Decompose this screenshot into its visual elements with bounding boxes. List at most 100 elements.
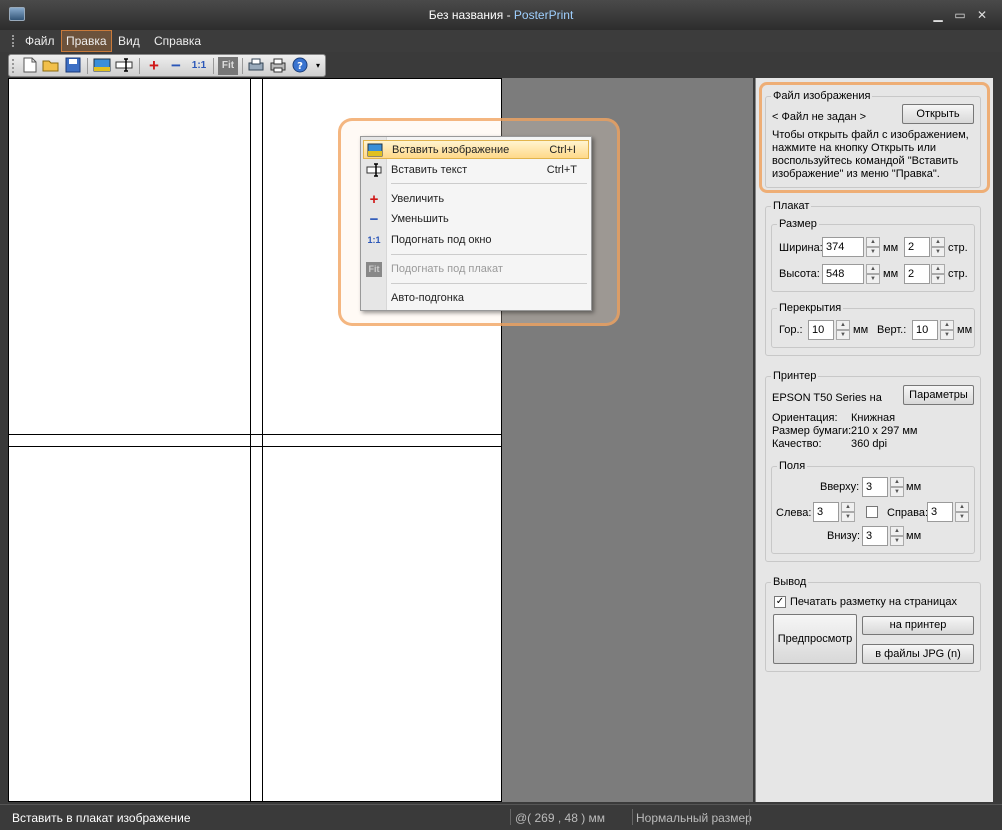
bottom-margin-label: Внизу: (827, 530, 861, 542)
vertical-overlap-input[interactable]: 10 (912, 320, 938, 340)
export-jpg-button[interactable]: в файлы JPG (n) (862, 644, 974, 664)
print-preview-icon[interactable] (247, 57, 265, 75)
horizontal-overlap-label: Гор.: (779, 324, 803, 336)
toolbar-separator (213, 58, 214, 74)
save-icon[interactable] (64, 57, 82, 75)
toolbar-separator (87, 58, 88, 74)
width-stepper[interactable]: ▲ ▼ (866, 237, 880, 257)
minimize-icon[interactable]: ▁ (929, 6, 947, 24)
print-to-printer-button[interactable]: на принтер (862, 616, 974, 635)
toolbar-separator (139, 58, 140, 74)
size-title: Размер (777, 218, 819, 230)
right-margin-stepper[interactable]: ▲ ▼ (955, 502, 969, 522)
zoom-in-icon[interactable]: + (145, 57, 163, 75)
insert-text-icon (366, 163, 382, 178)
toolbar-separator (242, 58, 243, 74)
bottom-margin-stepper[interactable]: ▲ ▼ (890, 526, 904, 546)
toolbar-overflow-icon[interactable]: ▾ (313, 57, 323, 75)
zoom-status: Нормальный размер (636, 811, 752, 825)
height-pages-stepper[interactable]: ▲ ▼ (931, 264, 945, 284)
insert-image-icon[interactable] (93, 57, 111, 75)
open-button[interactable]: Открыть (902, 104, 974, 124)
edit-dropdown-menu: Вставить изображение Ctrl+I Вставить тек… (360, 136, 592, 311)
menu-item-zoom-out[interactable]: − Уменьшить (363, 210, 589, 229)
right-margin-input[interactable]: 3 (927, 502, 953, 522)
menu-help[interactable]: Справка (154, 30, 201, 52)
unit-label: мм (906, 481, 922, 493)
fit-poster-icon[interactable]: Fit (218, 57, 238, 75)
status-message: Вставить в плакат изображение (12, 811, 191, 825)
left-margin-input[interactable]: 3 (813, 502, 839, 522)
output-title: Вывод (771, 576, 809, 588)
menu-separator (391, 254, 587, 255)
status-separator (749, 809, 750, 825)
menu-bar: Файл Правка Вид Справка (0, 30, 1002, 52)
file-status: < Файл не задан > (772, 111, 867, 123)
hint-text: воспользуйтесь командой "Вставить (772, 155, 959, 167)
printer-name: EPSON T50 Series на (772, 392, 882, 404)
height-stepper[interactable]: ▲ ▼ (866, 264, 880, 284)
fit-window-icon[interactable]: 1:1 (189, 57, 209, 75)
menu-separator (391, 283, 587, 284)
menu-view[interactable]: Вид (118, 30, 140, 52)
svg-text:?: ? (297, 61, 303, 72)
top-margin-stepper[interactable]: ▲ ▼ (890, 477, 904, 497)
window-title: Без названия - PosterPrint (428, 8, 574, 22)
overlap-title: Перекрытия (777, 302, 844, 314)
top-margin-label: Вверху: (820, 481, 860, 493)
print-marks-checkbox[interactable]: ✓ (774, 596, 786, 608)
horizontal-overlap-input[interactable]: 10 (808, 320, 834, 340)
orientation-label: Ориентация: (772, 412, 838, 424)
zoom-in-icon: + (369, 191, 379, 208)
toolbar-grip[interactable] (12, 59, 15, 73)
zoom-out-icon: − (369, 211, 379, 228)
height-input[interactable]: 548 (822, 264, 864, 284)
menu-file[interactable]: Файл (25, 30, 55, 52)
close-icon[interactable]: ✕ (973, 6, 991, 24)
menu-item-insert-image[interactable]: Вставить изображение Ctrl+I (363, 140, 589, 159)
insert-text-icon[interactable] (115, 57, 133, 75)
menu-separator (391, 183, 587, 184)
hint-text: изображение" из меню "Правка". (772, 168, 940, 180)
width-pages-stepper[interactable]: ▲ ▼ (931, 237, 945, 257)
menu-item-insert-text[interactable]: Вставить текст Ctrl+T (363, 161, 589, 180)
menu-item-auto-fit[interactable]: Авто-подгонка (363, 289, 589, 308)
print-icon[interactable] (269, 57, 287, 75)
page-divider (9, 446, 501, 447)
printer-params-button[interactable]: Параметры (903, 385, 974, 405)
menubar-grip[interactable] (12, 35, 15, 47)
preview-button[interactable]: Предпросмотр (773, 614, 857, 664)
width-input[interactable]: 374 (822, 237, 864, 257)
left-margin-stepper[interactable]: ▲ ▼ (841, 502, 855, 522)
poster-title: Плакат (771, 200, 812, 212)
page-divider (262, 79, 263, 801)
status-separator (632, 809, 633, 825)
vertical-overlap-stepper[interactable]: ▲ ▼ (940, 320, 954, 340)
new-file-icon[interactable] (21, 57, 39, 75)
width-pages-input[interactable]: 2 (904, 237, 930, 257)
menu-item-zoom-in[interactable]: + Увеличить (363, 190, 589, 209)
fit-poster-icon: Fit (366, 262, 382, 277)
hint-text: Чтобы открыть файл с изображением, (772, 129, 969, 141)
fit-window-icon: 1:1 (367, 235, 381, 245)
menu-item-fit-poster[interactable]: Fit Подогнать под плакат (363, 260, 589, 279)
height-pages-input[interactable]: 2 (904, 264, 930, 284)
toolbar: + − 1:1 Fit ? ▾ (8, 54, 326, 77)
maximize-icon[interactable]: ▭ (951, 6, 969, 24)
unit-label: мм (883, 268, 899, 280)
menu-item-fit-window[interactable]: 1:1 Подогнать под окно (363, 231, 589, 250)
unit-label: мм (883, 242, 899, 254)
top-margin-input[interactable]: 3 (862, 477, 888, 497)
paper-size-value: 210 x 297 мм (851, 425, 918, 437)
link-margins-checkbox[interactable] (866, 506, 878, 518)
print-marks-label: Печатать разметку на страницах (790, 596, 958, 608)
help-icon[interactable]: ? (291, 57, 309, 75)
zoom-out-icon[interactable]: − (167, 57, 185, 75)
height-label: Высота: (779, 268, 820, 280)
horizontal-overlap-stepper[interactable]: ▲ ▼ (836, 320, 850, 340)
unit-label: стр. (948, 242, 968, 254)
open-folder-icon[interactable] (42, 57, 60, 75)
menu-edit[interactable]: Правка (61, 30, 112, 52)
bottom-margin-input[interactable]: 3 (862, 526, 888, 546)
status-separator (510, 809, 511, 825)
